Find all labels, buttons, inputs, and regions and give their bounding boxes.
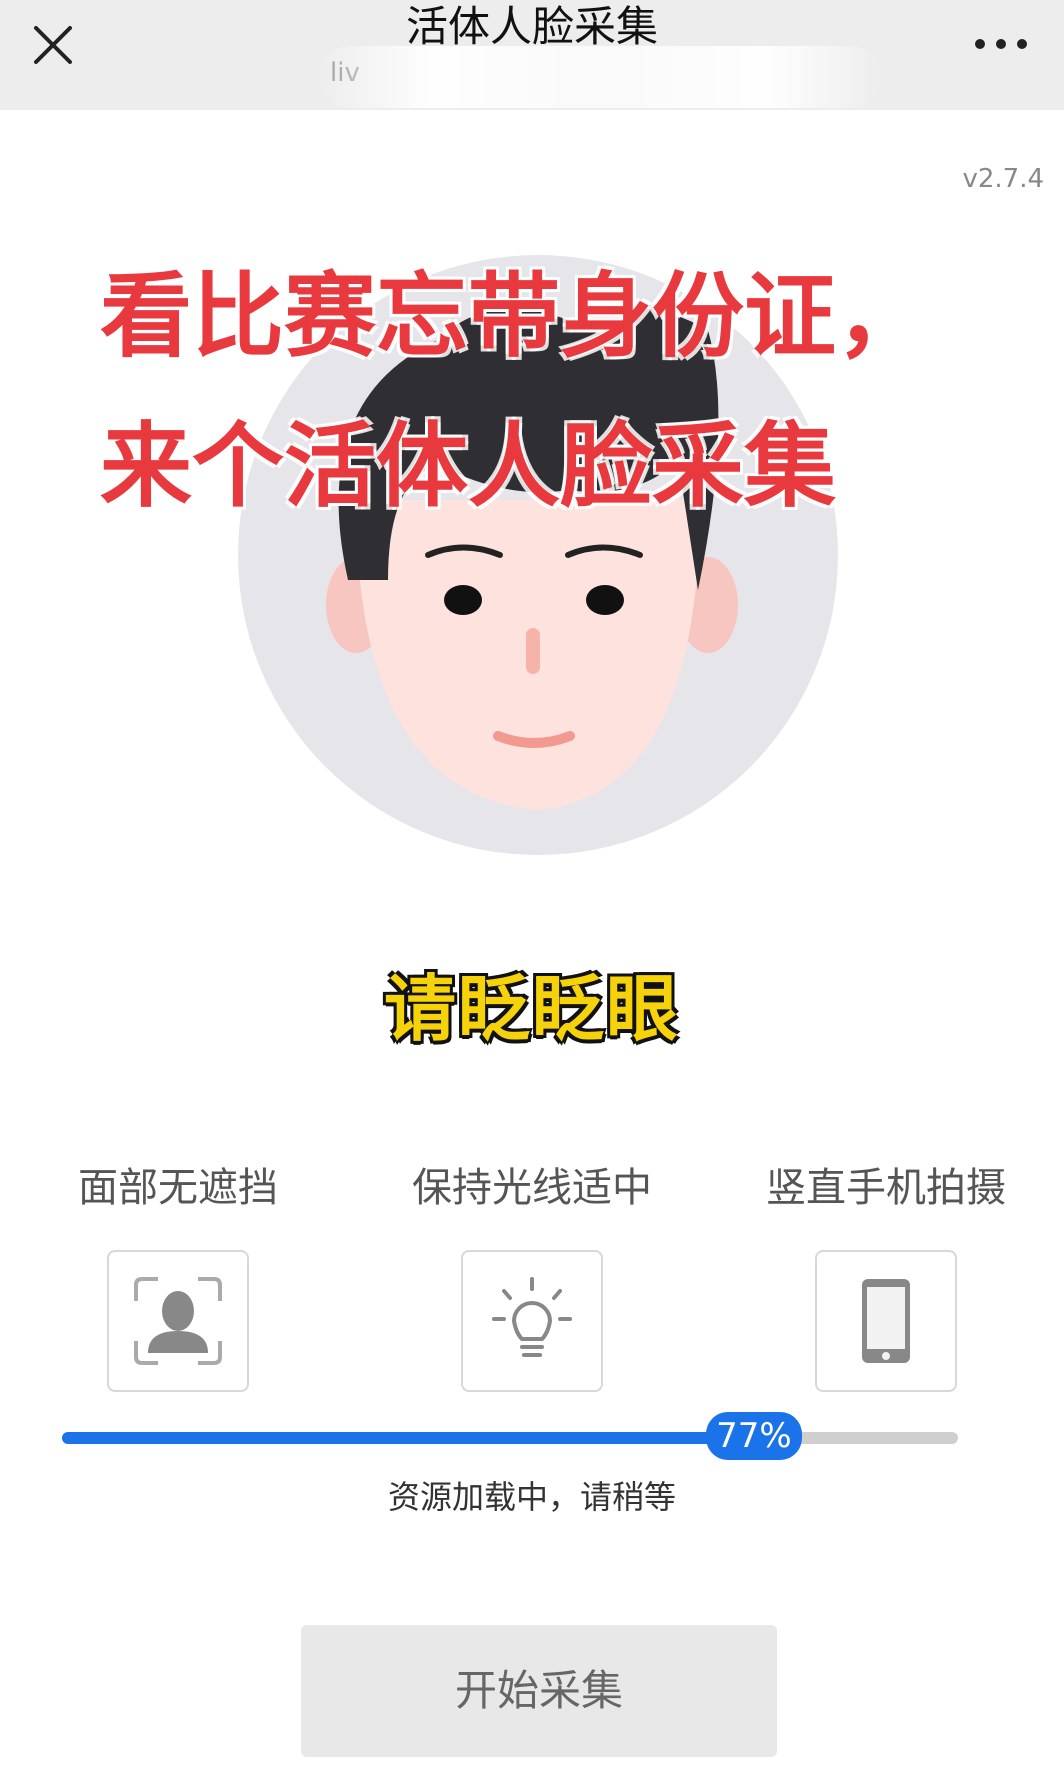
face-frame-icon <box>107 1250 249 1392</box>
tip-label: 竖直手机拍摄 <box>766 1165 1006 1211</box>
tip-vertical-phone: 竖直手机拍摄 <box>706 1160 1064 1392</box>
tip-lighting: 保持光线适中 <box>352 1160 712 1392</box>
overlay-line-1: 看比赛忘带身份证， <box>100 263 929 370</box>
tip-label: 保持光线适中 <box>412 1165 652 1211</box>
loading-status: 资源加载中，请稍等 <box>387 1478 676 1516</box>
more-icon[interactable] <box>966 26 1036 62</box>
start-capture-button[interactable]: 开始采集 <box>301 1625 777 1757</box>
redacted-area <box>320 46 880 108</box>
tip-label: 面部无遮挡 <box>78 1165 278 1211</box>
blink-prompt: 请眨眨眼 <box>383 967 680 1051</box>
phone-icon <box>815 1250 957 1392</box>
light-bulb-icon <box>461 1250 603 1392</box>
overlay-caption: 看比赛忘带身份证， 来个活体人脸采集 <box>100 242 1000 542</box>
tip-no-cover: 面部无遮挡 <box>0 1160 358 1392</box>
progress-fill <box>62 1432 752 1444</box>
version-label: v2.7.4 <box>962 164 1044 194</box>
nav-bar: 活体人脸采集 liv <box>0 0 1064 110</box>
progress-bar: 77% <box>62 1412 958 1460</box>
progress-badge: 77% <box>705 1412 802 1460</box>
overlay-line-2: 来个活体人脸采集 <box>100 413 837 520</box>
